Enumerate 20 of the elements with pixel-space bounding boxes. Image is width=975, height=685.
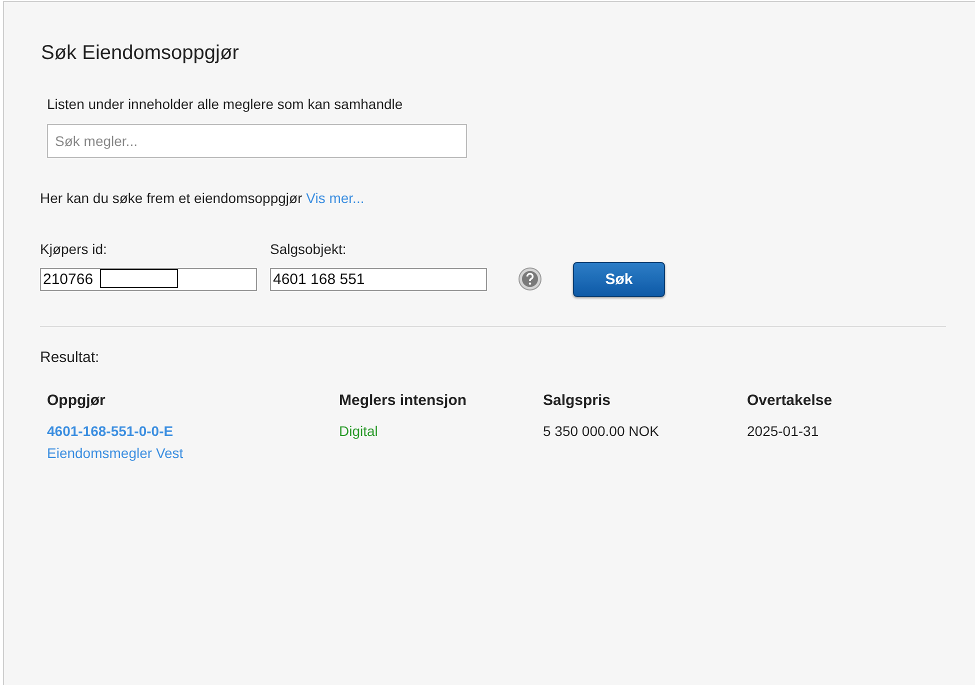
page-title: Søk Eiendomsoppgjør [41, 42, 240, 65]
table-cell-text: Digital [339, 423, 379, 441]
column-header: Overtakelse [747, 392, 834, 409]
result-label: Resultat: [40, 349, 100, 366]
column-header: Salgspris [543, 392, 612, 409]
intro-text: Her kan du søke frem et eiendomsoppgjør [40, 190, 302, 206]
column-header: Oppgjør [47, 392, 106, 409]
broker-search-field[interactable]: Søk megler... [47, 124, 467, 158]
show-more-link[interactable]: Vis mer... [306, 190, 364, 206]
table-cell-text: 2025-01-31 [747, 423, 820, 441]
broker-link[interactable]: Eiendomsmegler Vest [47, 445, 339, 461]
settlement-link[interactable]: 4601-168-551-0-0-E [47, 423, 339, 439]
search-button[interactable]: Søk [573, 262, 665, 297]
input-field[interactable]: 4601 168 551 [270, 268, 487, 291]
column-header: Meglers intensjon [339, 392, 468, 409]
broker-list-label: Listen under inneholder alle meglere som kan samhandle [47, 96, 404, 112]
field-label: Salgsobjekt: [270, 241, 348, 257]
field-label: Kjøpers id: [40, 241, 108, 257]
table-cell-text: 5 350 000.00 NOK [543, 423, 660, 441]
help-icon[interactable] [518, 267, 542, 291]
